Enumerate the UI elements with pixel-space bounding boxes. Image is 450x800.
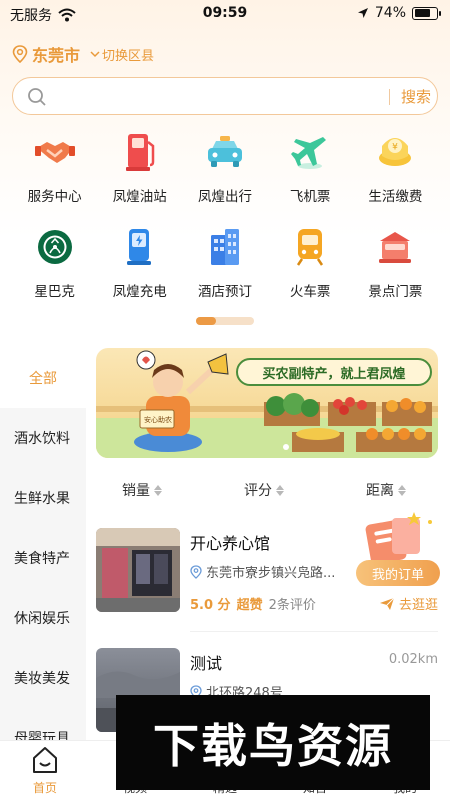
- shop-visit-button[interactable]: 去逛逛: [379, 594, 438, 613]
- search-input[interactable]: [57, 84, 377, 108]
- service-tickets[interactable]: 景点门票: [353, 223, 438, 308]
- service-label: 酒店预订: [197, 284, 252, 300]
- search-divider: [389, 89, 390, 105]
- my-orders-float[interactable]: 我的订单: [356, 510, 440, 586]
- service-service-center[interactable]: 服务中心: [12, 128, 97, 213]
- chevron-down-icon: [90, 51, 100, 58]
- sort-label: 距离: [366, 483, 394, 499]
- search-icon: [28, 88, 46, 106]
- service-label: 景点门票: [368, 284, 423, 300]
- service-label: 生活缴费: [368, 189, 423, 205]
- city-name[interactable]: 东莞市: [32, 42, 80, 66]
- category-item-fresh-fruit[interactable]: 生鲜水果: [0, 468, 86, 528]
- service-train[interactable]: 火车票: [268, 223, 353, 308]
- shop-rating: 5.0 分 超赞 2条评价: [190, 594, 316, 613]
- promo-banner[interactable]: 买农副特产，就上君凤煌 安心助农: [96, 348, 438, 458]
- sort-by-rating[interactable]: 评分: [244, 480, 284, 500]
- sort-by-distance[interactable]: 距离: [366, 480, 406, 500]
- fuel-pump-icon: [118, 130, 162, 174]
- banner-title: 买农副特产，就上君凤煌: [236, 358, 432, 386]
- category-item-baby-toys[interactable]: 母婴玩具: [0, 708, 86, 740]
- location-selector[interactable]: 东莞市 切换区县: [12, 42, 154, 66]
- battery-fill: [414, 9, 431, 17]
- sort-arrows-icon: [398, 484, 406, 496]
- category-item-leisure[interactable]: 休闲娱乐: [0, 588, 86, 648]
- coin-icon: ¥: [373, 130, 417, 174]
- service-label: 凤煌出行: [197, 189, 252, 205]
- category-item-food-specialty[interactable]: 美食特产: [0, 528, 86, 588]
- service-label: 凤煌充电: [112, 284, 167, 300]
- tab-label: 首页: [32, 781, 57, 795]
- service-flight[interactable]: 飞机票: [268, 128, 353, 213]
- service-starbucks[interactable]: 星巴克: [12, 223, 97, 308]
- status-bar: 无服务 09:59 74%: [0, 0, 450, 26]
- search-bar: 搜索: [12, 77, 438, 115]
- hotel-building-icon: [203, 225, 247, 269]
- service-charging[interactable]: 凤煌充电: [97, 223, 182, 308]
- taxi-icon: [203, 130, 247, 174]
- airplane-icon: [288, 130, 332, 174]
- map-pin-icon: [12, 45, 28, 63]
- starbucks-logo-icon: [33, 225, 77, 269]
- shop-thumbnail: [96, 528, 180, 612]
- service-label: 火车票: [289, 284, 331, 300]
- scenic-spot-icon: [373, 225, 417, 269]
- sort-bar: 销量 评分 距离: [96, 472, 438, 508]
- banner-sign-text: 安心助农: [144, 416, 172, 424]
- service-grid: 服务中心 凤煌油站 凤煌出行 飞机票 ¥ 生活缴费 星巴克 凤煌充电 酒店预订 …: [12, 128, 438, 308]
- battery-percent: 74%: [374, 5, 406, 21]
- svg-text:¥: ¥: [392, 143, 398, 153]
- home-icon: [33, 747, 57, 773]
- location-arrow-icon: [357, 8, 368, 18]
- grid-page-indicator-active: [196, 317, 216, 325]
- shop-address-text: 东莞市寮步镇兴凫路...: [206, 566, 336, 581]
- service-fuel-station[interactable]: 凤煌油站: [97, 128, 182, 213]
- service-label: 星巴克: [34, 284, 75, 300]
- charging-icon: [118, 225, 162, 269]
- sort-by-sales[interactable]: 销量: [122, 480, 162, 500]
- watermark: 下载鸟资源: [116, 695, 430, 790]
- tab-home[interactable]: 首页: [0, 741, 90, 800]
- search-button[interactable]: 搜索: [401, 86, 431, 107]
- service-label: 服务中心: [27, 189, 82, 205]
- paper-plane-icon: [379, 597, 395, 610]
- service-life-payment[interactable]: ¥ 生活缴费: [353, 128, 438, 213]
- sort-arrows-icon: [154, 484, 162, 496]
- handshake-icon: [33, 130, 77, 174]
- train-icon: [288, 225, 332, 269]
- grid-page-indicator: [196, 317, 254, 325]
- category-item-beauty[interactable]: 美妆美发: [0, 648, 86, 708]
- sort-arrows-icon: [276, 484, 284, 496]
- category-sidebar: 全部 酒水饮料 生鲜水果 美食特产 休闲娱乐 美妆美发 母婴玩具: [0, 348, 86, 740]
- shop-review-count: 2条评价: [268, 598, 316, 613]
- divider: [190, 631, 438, 632]
- category-all[interactable]: 全部: [0, 348, 86, 408]
- shop-name: 开心养心馆: [190, 534, 271, 553]
- status-right: 74%: [357, 5, 441, 21]
- orders-illustration-icon: [365, 512, 432, 565]
- shop-grade: 超赞: [236, 598, 263, 613]
- service-travel[interactable]: 凤煌出行: [182, 128, 267, 213]
- map-pin-icon: [190, 564, 202, 579]
- switch-district-label: 切换区县: [102, 48, 155, 64]
- shop-distance: 0.02km: [388, 652, 438, 667]
- service-label: 凤煌油站: [112, 189, 167, 205]
- switch-district[interactable]: 切换区县: [90, 45, 154, 64]
- shop-visit-label: 去逛逛: [398, 598, 438, 613]
- battery-icon: [412, 6, 441, 20]
- sort-label: 评分: [244, 483, 272, 499]
- service-label: 飞机票: [289, 189, 331, 205]
- category-item-drinks[interactable]: 酒水饮料: [0, 408, 86, 468]
- my-orders-button[interactable]: 我的订单: [356, 560, 440, 586]
- service-hotel[interactable]: 酒店预订: [182, 223, 267, 308]
- shop-address: 东莞市寮步镇兴凫路...: [190, 562, 335, 581]
- sort-label: 销量: [122, 483, 150, 499]
- shop-name: 测试: [190, 654, 223, 673]
- shop-score: 5.0 分: [190, 598, 231, 613]
